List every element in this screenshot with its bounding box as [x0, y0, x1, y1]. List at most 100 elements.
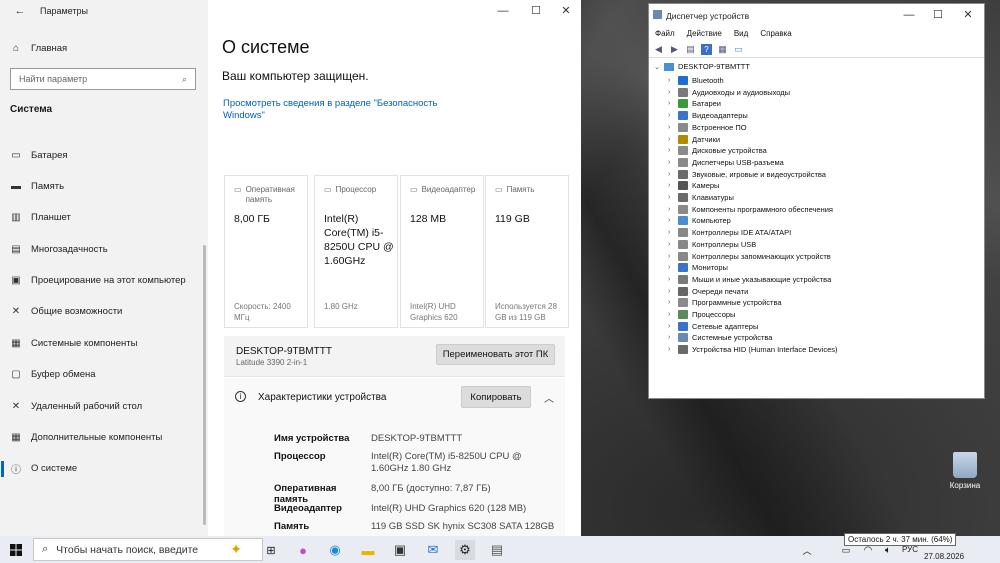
copilot-icon[interactable]: ●: [293, 540, 313, 560]
device-manager-taskbar-icon[interactable]: ▤: [487, 540, 507, 560]
chevron-up-icon[interactable]: ︿: [544, 390, 554, 405]
chevron-right-icon[interactable]: ›: [668, 147, 678, 154]
device-category[interactable]: › Контроллеры USB: [668, 239, 756, 250]
show-hidden-icons[interactable]: ︿: [797, 540, 817, 560]
device-category[interactable]: › Компьютер: [668, 215, 731, 226]
device-category[interactable]: › Дисковые устройства: [668, 145, 767, 156]
close-button[interactable]: ✕: [552, 2, 580, 20]
start-button[interactable]: [6, 540, 26, 560]
outlook-icon[interactable]: ✉: [423, 540, 443, 560]
store-icon[interactable]: ▣: [390, 540, 410, 560]
menu-item-0[interactable]: Файл: [655, 29, 675, 38]
taskbar-search[interactable]: ⌕ Чтобы начать поиск, введите ✦: [33, 538, 263, 561]
properties-icon[interactable]: ▤: [685, 44, 696, 55]
nav-item-3[interactable]: ▤ Многозадачность: [10, 238, 200, 260]
menu-item-2[interactable]: Вид: [734, 29, 748, 38]
nav-item-10[interactable]: ⓘ О системе: [10, 457, 200, 479]
device-category[interactable]: › Диспетчеры USB-разъема: [668, 157, 784, 168]
chevron-right-icon[interactable]: ›: [668, 264, 678, 271]
chevron-right-icon[interactable]: ›: [668, 253, 678, 260]
clock-date[interactable]: 27.08.2026: [924, 552, 964, 561]
device-category[interactable]: › Мониторы: [668, 262, 728, 273]
chevron-right-icon[interactable]: ›: [668, 77, 678, 84]
maximize-button[interactable]: ☐: [522, 2, 550, 20]
device-category[interactable]: › Датчики: [668, 134, 720, 145]
chevron-right-icon[interactable]: ›: [668, 171, 678, 178]
nav-item-7[interactable]: ▢ Буфер обмена: [10, 363, 200, 385]
settings-gear-icon[interactable]: ⚙: [455, 540, 475, 560]
chevron-right-icon[interactable]: ›: [668, 159, 678, 166]
nav-item-6[interactable]: ▦ Системные компоненты: [10, 332, 200, 354]
device-category[interactable]: › Программные устройства: [668, 297, 782, 308]
device-category[interactable]: › Видеоадаптеры: [668, 110, 748, 121]
forward-icon[interactable]: ▶: [669, 44, 680, 55]
copy-button[interactable]: Копировать: [461, 386, 531, 408]
file-explorer-icon[interactable]: ▬: [358, 540, 378, 560]
nav-item-9[interactable]: ▦ Дополнительные компоненты: [10, 426, 200, 448]
nav-item-8[interactable]: ✕ Удаленный рабочий стол: [10, 395, 200, 417]
edge-icon[interactable]: ◉: [325, 540, 345, 560]
chevron-right-icon[interactable]: ›: [668, 229, 678, 236]
chevron-right-icon[interactable]: ›: [668, 288, 678, 295]
nav-home[interactable]: ⌂ Главная: [10, 37, 200, 59]
chevron-right-icon[interactable]: ›: [668, 89, 678, 96]
chevron-right-icon[interactable]: ›: [668, 100, 678, 107]
dm-maximize-button[interactable]: ☐: [924, 6, 952, 24]
chevron-down-icon[interactable]: ⌄: [654, 63, 664, 71]
menu-item-3[interactable]: Справка: [760, 29, 791, 38]
chevron-right-icon[interactable]: ›: [668, 299, 678, 306]
device-category[interactable]: › Сетевые адаптеры: [668, 321, 758, 332]
device-category[interactable]: › Мыши и иные указывающие устройства: [668, 274, 831, 285]
chevron-right-icon[interactable]: ›: [668, 311, 678, 318]
device-category[interactable]: › Компоненты программного обеспечения: [668, 204, 833, 215]
nav-item-4[interactable]: ▣ Проецирование на этот компьютер: [10, 269, 200, 291]
chevron-right-icon[interactable]: ›: [668, 217, 678, 224]
task-view-icon[interactable]: ⊞: [261, 540, 281, 560]
rename-pc-button[interactable]: Переименовать этот ПК: [436, 344, 555, 365]
view-icon[interactable]: ▦: [717, 44, 728, 55]
chevron-right-icon[interactable]: ›: [668, 112, 678, 119]
device-category[interactable]: › Аудиовходы и аудиовыходы: [668, 87, 790, 98]
nav-item-1[interactable]: ▬ Память: [10, 175, 200, 197]
chevron-right-icon[interactable]: ›: [668, 124, 678, 131]
device-category[interactable]: › Контроллеры запоминающих устройств: [668, 251, 831, 262]
device-category[interactable]: › Встроенное ПО: [668, 122, 747, 133]
chevron-right-icon[interactable]: ›: [668, 182, 678, 189]
back-icon[interactable]: ◀: [653, 44, 664, 55]
help-icon[interactable]: ?: [701, 44, 712, 55]
device-category[interactable]: › Камеры: [668, 180, 719, 191]
device-category[interactable]: › Bluetooth: [668, 75, 724, 86]
dm-close-button[interactable]: ✕: [954, 6, 982, 24]
search-input[interactable]: Найти параметр ⌕: [10, 68, 196, 90]
chevron-right-icon[interactable]: ›: [668, 206, 678, 213]
security-link[interactable]: Просмотреть сведения в разделе "Безопасн…: [223, 98, 453, 122]
chevron-right-icon[interactable]: ›: [668, 241, 678, 248]
tree-root[interactable]: ⌄ DESKTOP-9TBMTTT: [654, 62, 750, 71]
chevron-right-icon[interactable]: ›: [668, 323, 678, 330]
pc-model: Latitude 3390 2-in-1: [236, 358, 308, 367]
chevron-right-icon[interactable]: ›: [668, 346, 678, 353]
device-category[interactable]: › Системные устройства: [668, 332, 772, 343]
chevron-right-icon[interactable]: ›: [668, 136, 678, 143]
nav-item-5[interactable]: ✕ Общие возможности: [10, 300, 200, 322]
device-category[interactable]: › Батареи: [668, 98, 721, 109]
nav-item-2[interactable]: ▥ Планшет: [10, 206, 200, 228]
recycle-bin[interactable]: Корзина: [948, 452, 982, 490]
dm-minimize-button[interactable]: —: [895, 6, 923, 24]
menu-item-1[interactable]: Действие: [687, 29, 722, 38]
device-category[interactable]: › Клавиатуры: [668, 192, 734, 203]
device-category[interactable]: › Очереди печати: [668, 286, 748, 297]
device-category[interactable]: › Процессоры: [668, 309, 735, 320]
sidebar-scrollbar[interactable]: [203, 245, 206, 525]
minimize-button[interactable]: —: [489, 2, 517, 20]
chevron-right-icon[interactable]: ›: [668, 276, 678, 283]
nav-item-0[interactable]: ▭ Батарея: [10, 144, 200, 166]
back-arrow-icon[interactable]: ←: [6, 2, 34, 20]
chevron-right-icon[interactable]: ›: [668, 334, 678, 341]
language-indicator[interactable]: РУС: [902, 545, 918, 554]
device-category[interactable]: › Контроллеры IDE ATA/ATAPI: [668, 227, 791, 238]
device-category[interactable]: › Звуковые, игровые и видеоустройства: [668, 169, 826, 180]
device-category[interactable]: › Устройства HID (Human Interface Devices…: [668, 344, 838, 355]
monitor-icon[interactable]: ▭: [733, 44, 744, 55]
chevron-right-icon[interactable]: ›: [668, 194, 678, 201]
